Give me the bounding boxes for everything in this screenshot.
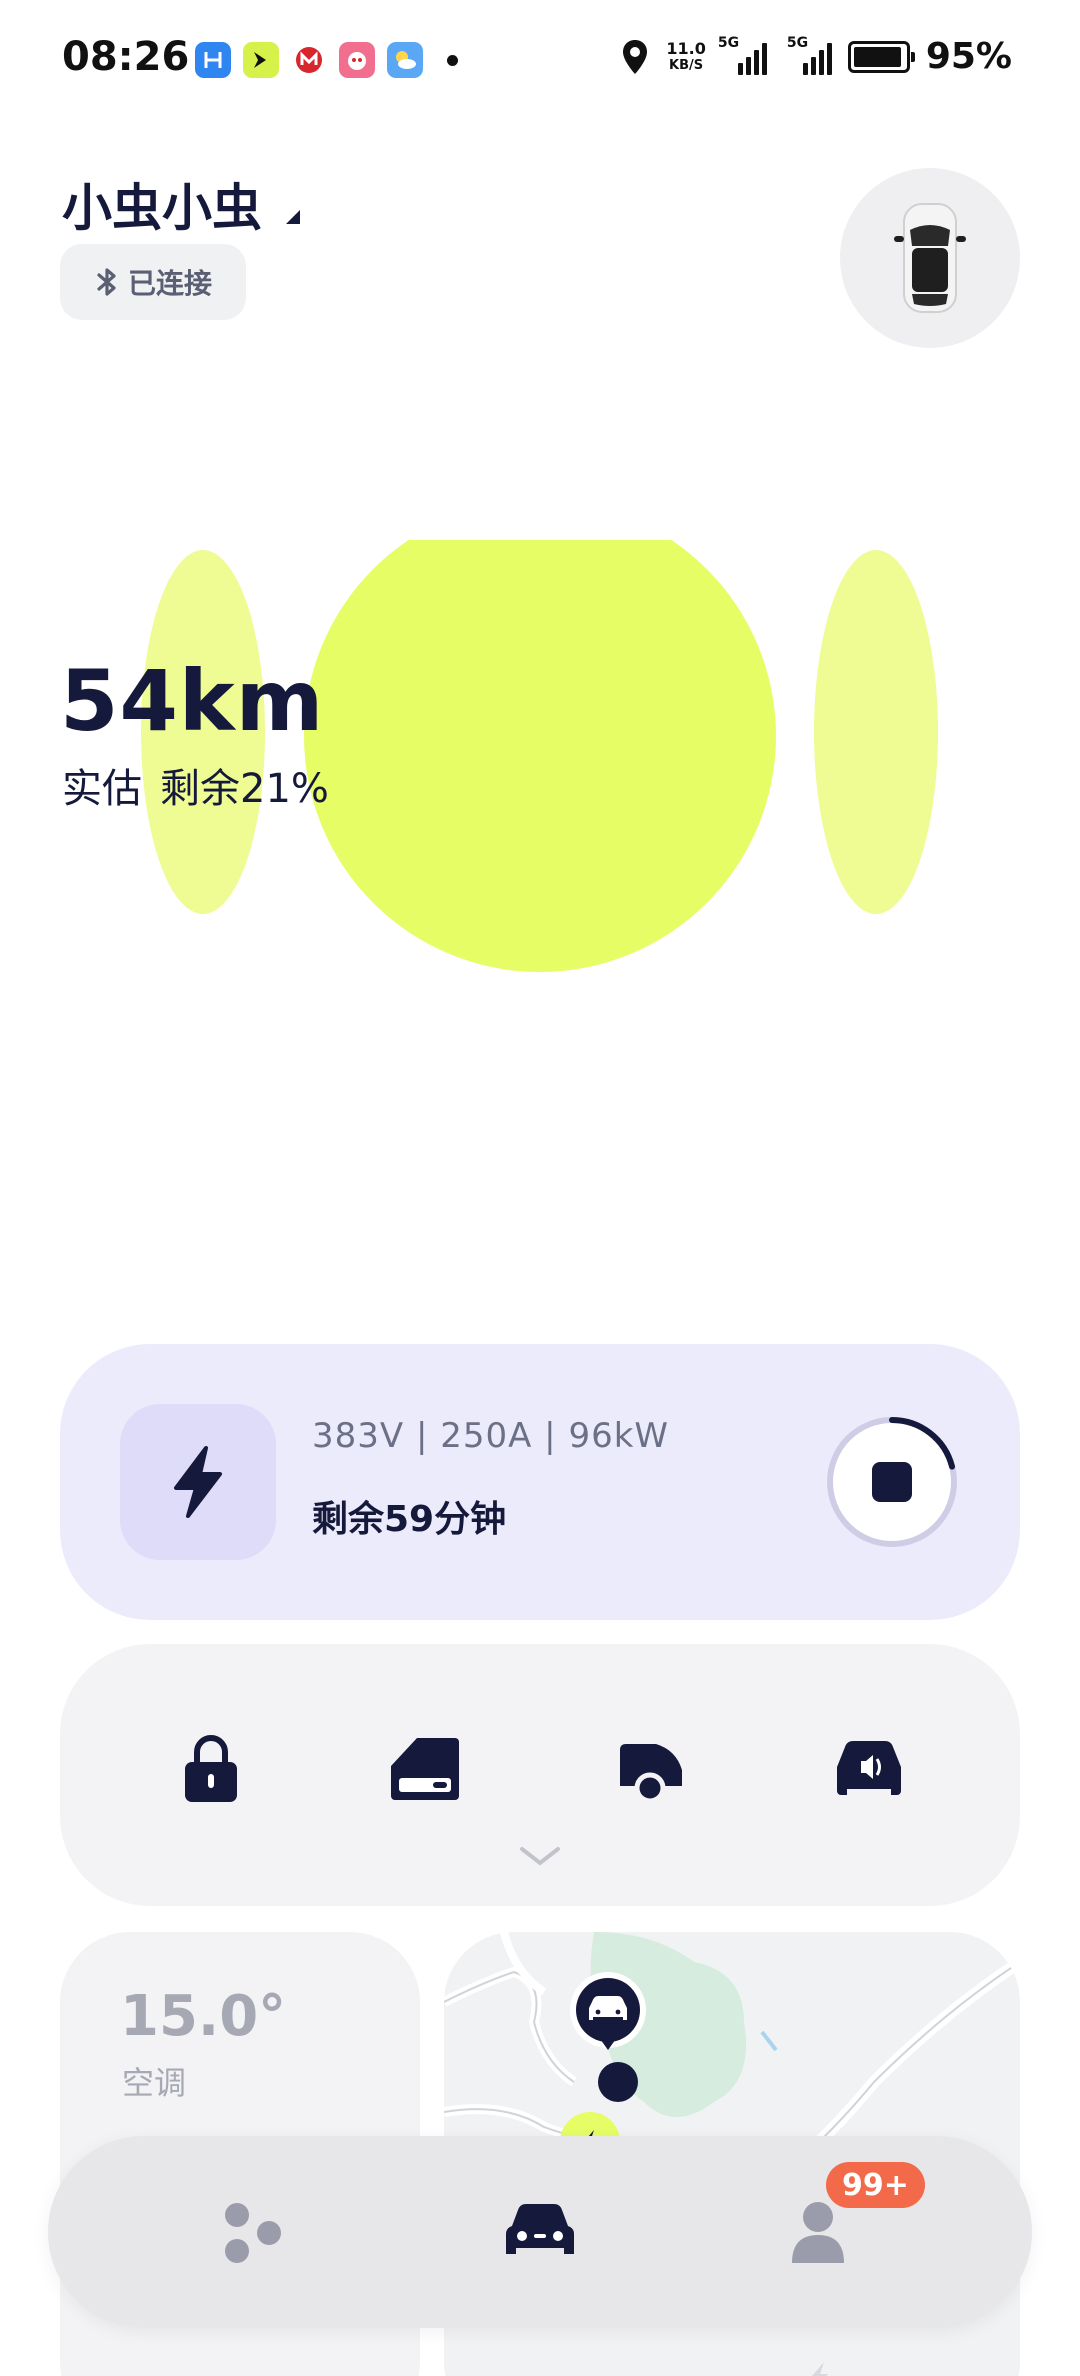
bottom-navigation: 99+ xyxy=(48,2136,1032,2328)
charging-card[interactable]: 383V | 250A | 96kW 剩余59分钟 xyxy=(60,1344,1020,1620)
network-speed-unit: KB/S xyxy=(669,57,704,73)
battery-icon xyxy=(847,40,915,73)
horn-button[interactable] xyxy=(824,1724,914,1814)
range-value: 54km xyxy=(60,652,325,750)
vehicle-avatar-button[interactable] xyxy=(840,168,1020,348)
status-time: 08:26 xyxy=(62,34,190,80)
nav-discover[interactable] xyxy=(204,2184,300,2280)
bluetooth-icon xyxy=(97,268,116,296)
nav-vehicle[interactable] xyxy=(492,2184,588,2280)
charging-icon-box xyxy=(120,1404,276,1560)
discover-icon xyxy=(225,2203,281,2263)
network-speed: 11.0 KB/S xyxy=(666,40,705,74)
connection-status-chip[interactable]: 已连接 xyxy=(60,244,246,320)
range-estimate-label: 实估 xyxy=(62,766,142,812)
car-top-view-icon xyxy=(894,203,966,313)
lightning-icon xyxy=(174,1446,222,1518)
climate-label: 空调 xyxy=(122,2064,187,2102)
more-notifications-dot xyxy=(447,54,458,66)
signal-1-label: 5G xyxy=(717,34,740,51)
profile-icon xyxy=(792,2202,844,2263)
lock-button[interactable] xyxy=(166,1724,256,1814)
location-icon xyxy=(623,39,648,74)
signal-2-icon: 5G xyxy=(783,35,832,75)
quick-controls-card xyxy=(60,1644,1020,1906)
signal-1-icon: 5G xyxy=(718,35,767,75)
charging-time-remaining: 剩余59分钟 xyxy=(312,1499,507,1540)
window-icon xyxy=(391,1738,459,1800)
notification-app-icons xyxy=(195,42,458,78)
map-location-dot xyxy=(598,2062,638,2102)
stop-charging-button[interactable] xyxy=(824,1414,960,1550)
horn-icon xyxy=(837,1741,901,1795)
h-app-icon xyxy=(195,42,231,78)
range-visual-center-blob xyxy=(304,540,776,972)
climate-temperature: 15.0° xyxy=(120,1984,287,2049)
car-name-selector[interactable]: 小虫小虫 xyxy=(62,168,262,240)
window-button[interactable] xyxy=(380,1724,470,1814)
battery-fill xyxy=(853,46,902,67)
arrow-app-icon xyxy=(243,42,279,78)
car-icon xyxy=(506,2204,574,2254)
map-faded-charger-icon xyxy=(812,2362,828,2376)
notification-badge: 99+ xyxy=(826,2162,925,2208)
network-speed-value: 11.0 xyxy=(666,38,706,58)
chevron-down-icon[interactable] xyxy=(518,1844,562,1868)
status-indicators: 11.0 KB/S 5G 5G 95% xyxy=(620,35,1012,77)
stop-icon xyxy=(872,1462,912,1502)
battery-percent: 95% xyxy=(925,36,1012,77)
status-bar: 08:26 11.0 KB/S 5G 5G 95% xyxy=(0,0,1080,120)
range-visual-right-blob xyxy=(814,550,938,914)
range-subtitle: 实估 剩余21% xyxy=(62,756,329,814)
car-switch-caret-icon[interactable] xyxy=(286,210,300,224)
charging-stats: 383V | 250A | 96kW xyxy=(312,1416,670,1456)
signal-2-label: 5G xyxy=(786,34,809,51)
car-icon xyxy=(589,1996,627,2020)
trunk-button[interactable] xyxy=(606,1724,696,1814)
metro-app-icon xyxy=(291,42,327,78)
trunk-icon xyxy=(620,1744,682,1802)
battery-remaining-label: 剩余21% xyxy=(160,766,329,812)
weather-app-icon xyxy=(387,42,423,78)
promo-app-icon xyxy=(339,42,375,78)
connection-status-label: 已连接 xyxy=(127,267,212,300)
lock-icon xyxy=(185,1735,237,1802)
